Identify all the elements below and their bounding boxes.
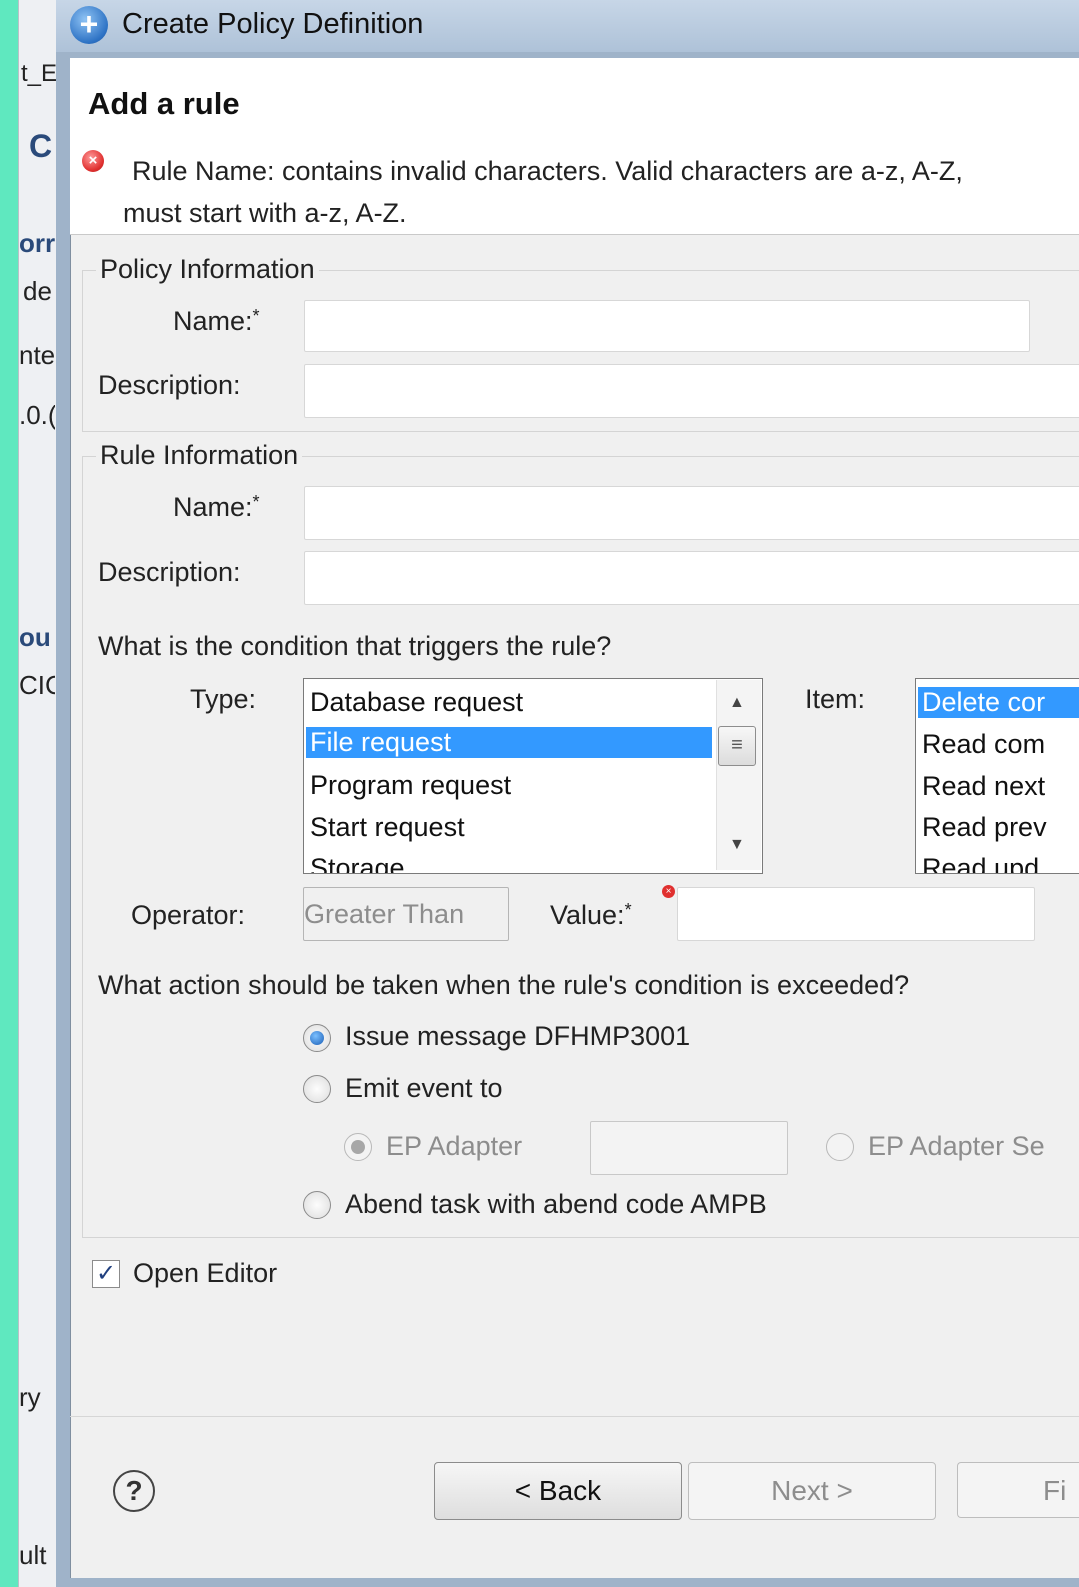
scroll-thumb[interactable]: ≡ bbox=[718, 726, 756, 766]
item-option-selected[interactable]: Delete cor bbox=[918, 687, 1079, 718]
policy-name-label: Name:* bbox=[173, 306, 260, 336]
rule-information-label: Rule Information bbox=[96, 440, 303, 471]
ep-adapter-radio[interactable] bbox=[344, 1133, 372, 1161]
item-option[interactable]: Read next bbox=[922, 771, 1045, 802]
help-icon[interactable]: ? bbox=[113, 1470, 155, 1512]
item-option[interactable]: Read upd bbox=[922, 853, 1039, 873]
type-scrollbar[interactable]: ▲ ▼ bbox=[716, 680, 761, 870]
background-text: de bbox=[23, 276, 52, 306]
background-text: CIC bbox=[19, 670, 55, 700]
operator-button: Greater Than bbox=[303, 887, 509, 941]
issue-message-radio[interactable] bbox=[303, 1024, 331, 1052]
item-listbox[interactable]: Delete cor Read com Read next Read prev … bbox=[915, 678, 1079, 874]
error-message-line-2: must start with a-z, A-Z. bbox=[123, 198, 407, 228]
error-icon: × bbox=[82, 150, 104, 172]
abend-task-label[interactable]: Abend task with abend code AMPB bbox=[345, 1189, 767, 1220]
operator-label: Operator: bbox=[131, 900, 246, 930]
type-option-storage[interactable]: Storage bbox=[310, 853, 405, 873]
window-title: Create Policy Definition bbox=[122, 8, 424, 40]
field-error-icon: × bbox=[662, 885, 675, 898]
value-label: Value:* bbox=[550, 900, 632, 930]
emit-event-label[interactable]: Emit event to bbox=[345, 1073, 503, 1104]
type-listbox[interactable]: Database request File request Program re… bbox=[303, 678, 763, 874]
ep-adapter-set-radio[interactable] bbox=[826, 1133, 854, 1161]
back-button[interactable]: < Back bbox=[434, 1462, 682, 1520]
open-editor-label[interactable]: Open Editor bbox=[133, 1258, 277, 1289]
rule-name-label: Name:* bbox=[173, 492, 260, 522]
finish-button[interactable]: Fi bbox=[957, 1462, 1079, 1518]
policy-information-label: Policy Information bbox=[96, 254, 319, 285]
ep-adapter-set-label: EP Adapter Se bbox=[868, 1131, 1045, 1161]
ep-adapter-field[interactable] bbox=[590, 1121, 788, 1175]
background-text: orr bbox=[19, 228, 55, 258]
scroll-down-icon[interactable]: ▼ bbox=[729, 836, 745, 854]
type-option-database[interactable]: Database request bbox=[310, 687, 523, 718]
background-text: ry bbox=[19, 1382, 41, 1412]
scroll-up-icon[interactable]: ▲ bbox=[729, 694, 745, 712]
type-label: Type: bbox=[190, 684, 257, 714]
item-label: Item: bbox=[805, 684, 866, 714]
next-button[interactable]: Next > bbox=[688, 1462, 936, 1520]
issue-message-label[interactable]: Issue message DFHMP3001 bbox=[345, 1021, 690, 1052]
background-text: ou bbox=[19, 622, 51, 652]
type-option-program[interactable]: Program request bbox=[310, 770, 511, 801]
policy-description-label: Description: bbox=[98, 370, 241, 400]
open-editor-checkbox[interactable]: ✓ bbox=[92, 1260, 120, 1288]
type-option-start[interactable]: Start request bbox=[310, 812, 465, 843]
ep-adapter-label: EP Adapter bbox=[386, 1131, 523, 1161]
rule-description-label: Description: bbox=[98, 557, 241, 587]
background-text: .0.( bbox=[19, 400, 55, 430]
background-text: C bbox=[29, 128, 53, 164]
background-text: nte bbox=[19, 340, 55, 370]
item-option[interactable]: Read com bbox=[922, 729, 1045, 760]
rule-description-field[interactable] bbox=[304, 551, 1079, 605]
abend-task-radio[interactable] bbox=[303, 1191, 331, 1219]
page-title: Add a rule bbox=[88, 86, 240, 121]
condition-question: What is the condition that triggers the … bbox=[98, 631, 612, 661]
item-option[interactable]: Read prev bbox=[922, 812, 1047, 843]
background-text: ult bbox=[19, 1540, 47, 1570]
policy-description-field[interactable] bbox=[304, 364, 1079, 418]
type-option-file-selected[interactable]: File request bbox=[306, 727, 712, 758]
footer-separator bbox=[70, 1416, 1079, 1417]
value-field[interactable] bbox=[677, 887, 1035, 941]
rule-name-field[interactable] bbox=[304, 486, 1079, 540]
error-message-line-1: Rule Name: contains invalid characters. … bbox=[132, 156, 963, 186]
background-text: t_E bbox=[21, 60, 57, 87]
eclipse-plus-icon: + bbox=[70, 6, 108, 44]
policy-name-field[interactable] bbox=[304, 300, 1030, 352]
emit-event-radio[interactable] bbox=[303, 1075, 331, 1103]
action-question: What action should be taken when the rul… bbox=[98, 970, 910, 1000]
